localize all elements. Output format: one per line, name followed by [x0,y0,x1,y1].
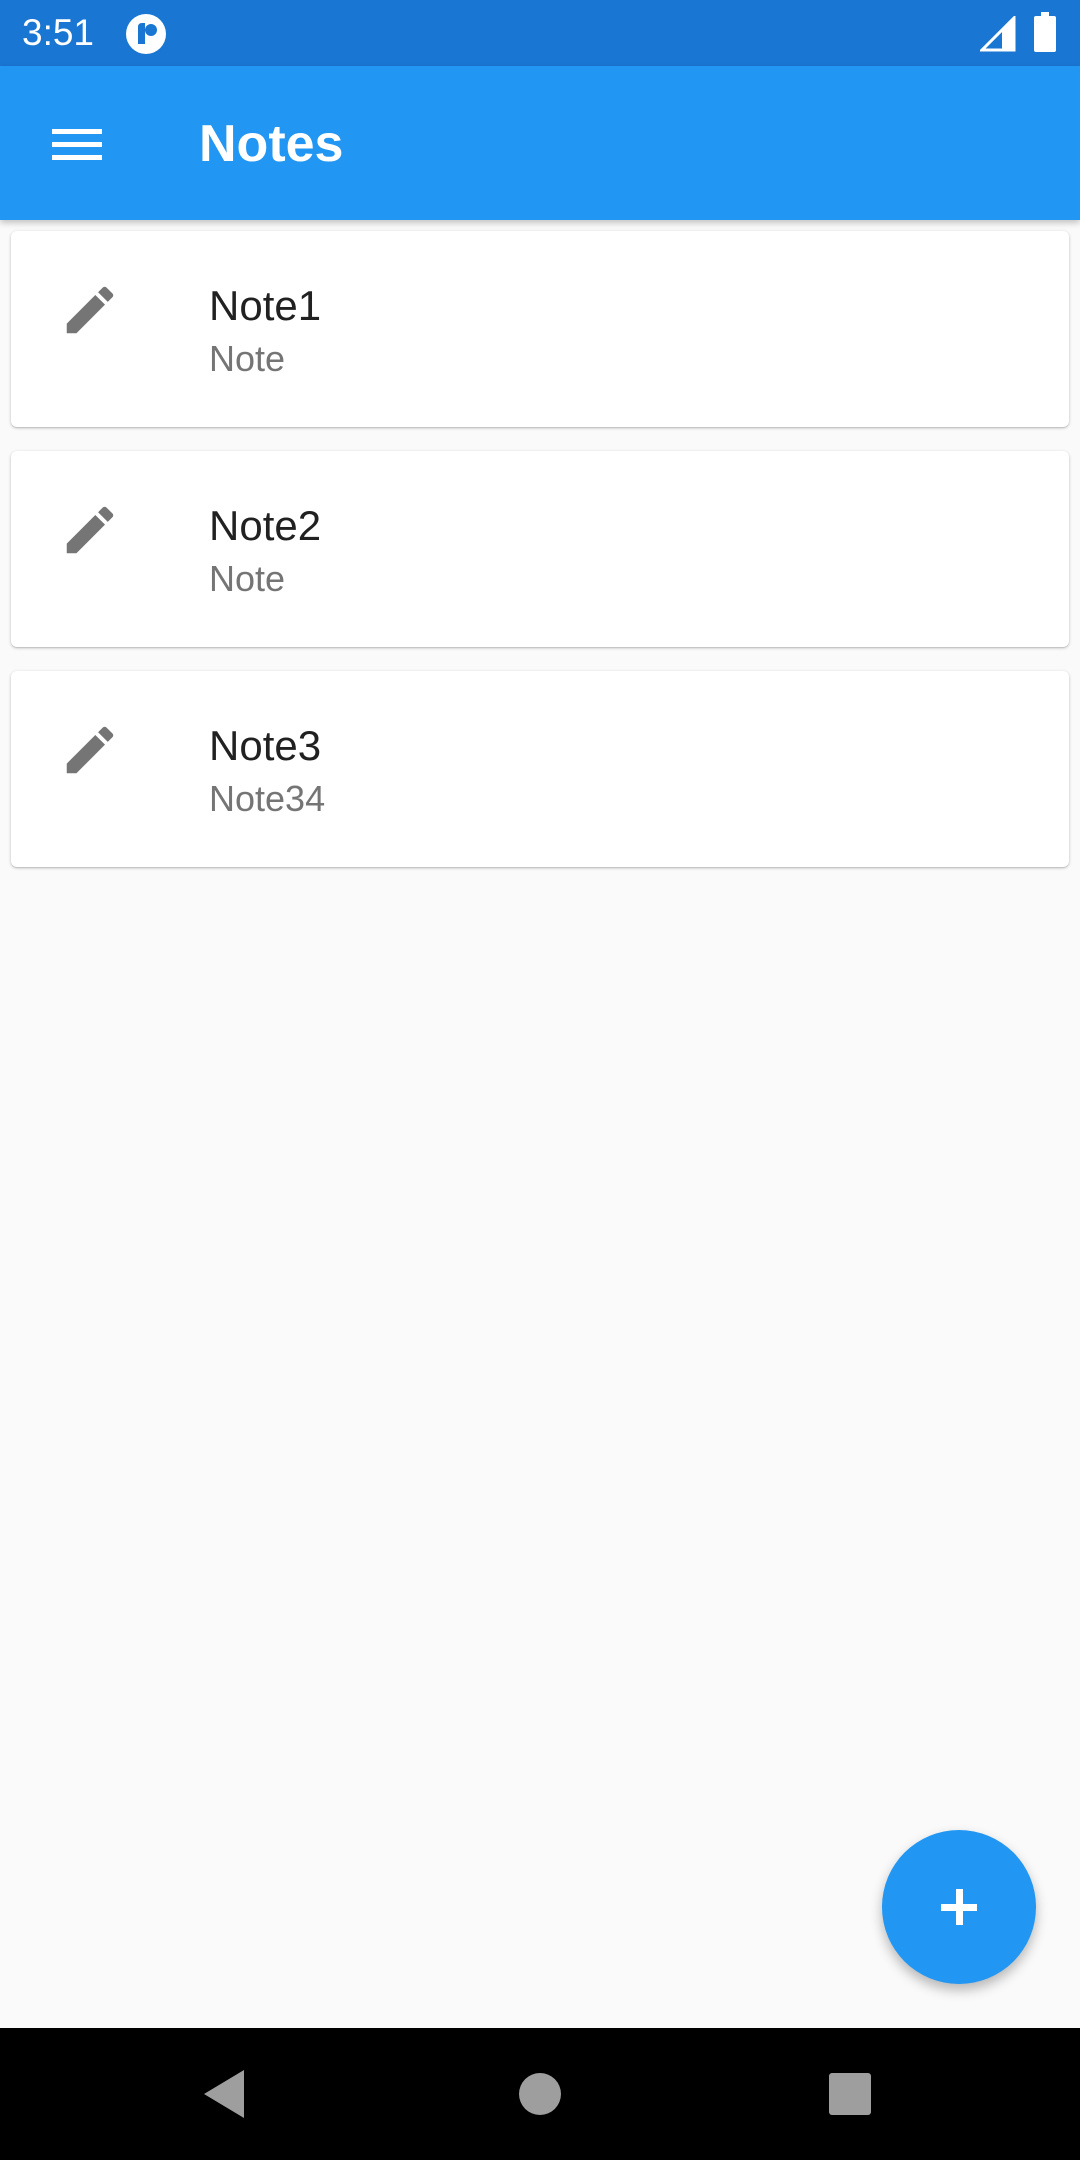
note-subtitle: Note34 [209,778,326,819]
add-note-button[interactable] [882,1830,1036,1984]
pocket-casts-icon [126,14,166,54]
pencil-icon [66,726,114,774]
cell-signal-icon [980,16,1016,52]
app-bar [0,66,1080,220]
note-title: Note2 [209,502,322,549]
note-card[interactable]: Note3 Note34 [11,671,1069,867]
note-title: Note1 [209,282,322,329]
home-circle-icon[interactable] [518,2072,562,2116]
battery-icon [1034,12,1056,52]
status-bar: 3:51 [0,0,1080,66]
pencil-icon [66,286,114,334]
note-title: Note3 [209,722,322,769]
recents-square-icon[interactable] [829,2073,871,2115]
status-time: 3:51 [22,12,95,53]
note-subtitle: Note [209,558,286,599]
menu-button[interactable] [40,112,114,176]
note-subtitle: Note [209,338,286,379]
pencil-icon [66,506,114,554]
note-card[interactable]: Note1 Note [11,231,1069,427]
page-title: Notes [199,115,344,173]
note-card[interactable]: Note2 Note [11,451,1069,647]
back-triangle-icon[interactable] [202,2068,246,2120]
